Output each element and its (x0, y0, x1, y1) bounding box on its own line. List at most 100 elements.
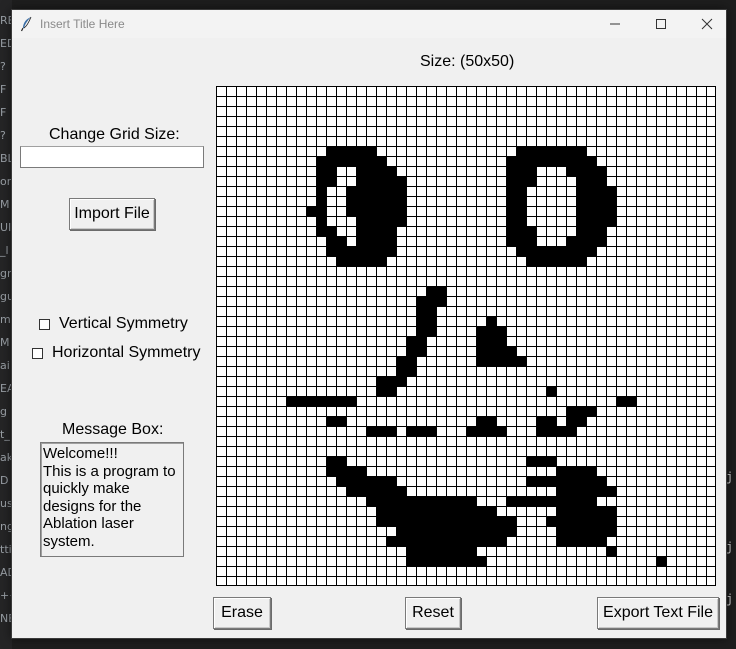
filled-pixel[interactable] (426, 496, 436, 506)
filled-pixel[interactable] (386, 496, 396, 506)
filled-pixel[interactable] (536, 256, 546, 266)
filled-pixel[interactable] (446, 536, 456, 546)
filled-pixel[interactable] (526, 476, 536, 486)
filled-pixel[interactable] (406, 526, 416, 536)
filled-pixel[interactable] (326, 416, 336, 426)
filled-pixel[interactable] (376, 386, 386, 396)
filled-pixel[interactable] (506, 156, 516, 166)
filled-pixel[interactable] (476, 526, 486, 536)
filled-pixel[interactable] (286, 396, 296, 406)
filled-pixel[interactable] (596, 206, 606, 216)
filled-pixel[interactable] (376, 156, 386, 166)
filled-pixel[interactable] (426, 296, 436, 306)
filled-pixel[interactable] (446, 526, 456, 536)
filled-pixel[interactable] (546, 156, 556, 166)
filled-pixel[interactable] (556, 516, 566, 526)
filled-pixel[interactable] (346, 486, 356, 496)
filled-pixel[interactable] (586, 246, 596, 256)
filled-pixel[interactable] (506, 226, 516, 236)
filled-pixel[interactable] (556, 526, 566, 536)
filled-pixel[interactable] (326, 246, 336, 256)
filled-pixel[interactable] (376, 426, 386, 436)
filled-pixel[interactable] (496, 426, 506, 436)
filled-pixel[interactable] (586, 466, 596, 476)
filled-pixel[interactable] (576, 176, 586, 186)
filled-pixel[interactable] (516, 156, 526, 166)
filled-pixel[interactable] (386, 236, 396, 246)
filled-pixel[interactable] (496, 516, 506, 526)
filled-pixel[interactable] (586, 186, 596, 196)
filled-pixel[interactable] (326, 156, 336, 166)
filled-pixel[interactable] (376, 186, 386, 196)
filled-pixel[interactable] (526, 146, 536, 156)
filled-pixel[interactable] (306, 206, 316, 216)
filled-pixel[interactable] (596, 516, 606, 526)
filled-pixel[interactable] (566, 406, 576, 416)
filled-pixel[interactable] (446, 516, 456, 526)
filled-pixel[interactable] (556, 256, 566, 266)
filled-pixel[interactable] (516, 206, 526, 216)
filled-pixel[interactable] (426, 306, 436, 316)
filled-pixel[interactable] (416, 336, 426, 346)
filled-pixel[interactable] (576, 146, 586, 156)
filled-pixel[interactable] (556, 506, 566, 516)
filled-pixel[interactable] (606, 216, 616, 226)
filled-pixel[interactable] (566, 506, 576, 516)
filled-pixel[interactable] (556, 536, 566, 546)
filled-pixel[interactable] (566, 536, 576, 546)
filled-pixel[interactable] (576, 466, 586, 476)
filled-pixel[interactable] (386, 166, 396, 176)
filled-pixel[interactable] (526, 456, 536, 466)
filled-pixel[interactable] (416, 546, 426, 556)
filled-pixel[interactable] (376, 226, 386, 236)
filled-pixel[interactable] (426, 526, 436, 536)
filled-pixel[interactable] (366, 246, 376, 256)
filled-pixel[interactable] (346, 186, 356, 196)
filled-pixel[interactable] (416, 426, 426, 436)
filled-pixel[interactable] (546, 416, 556, 426)
filled-pixel[interactable] (306, 396, 316, 406)
filled-pixel[interactable] (586, 506, 596, 516)
filled-pixel[interactable] (376, 216, 386, 226)
filled-pixel[interactable] (356, 206, 366, 216)
close-button[interactable] (684, 10, 730, 38)
filled-pixel[interactable] (586, 236, 596, 246)
filled-pixel[interactable] (586, 226, 596, 236)
filled-pixel[interactable] (376, 196, 386, 206)
filled-pixel[interactable] (426, 546, 436, 556)
filled-pixel[interactable] (406, 496, 416, 506)
filled-pixel[interactable] (506, 346, 516, 356)
filled-pixel[interactable] (436, 526, 446, 536)
filled-pixel[interactable] (576, 406, 586, 416)
filled-pixel[interactable] (606, 206, 616, 216)
filled-pixel[interactable] (526, 176, 536, 186)
filled-pixel[interactable] (466, 516, 476, 526)
filled-pixel[interactable] (356, 196, 366, 206)
filled-pixel[interactable] (426, 556, 436, 566)
vertical-symmetry-checkbox[interactable] (39, 318, 50, 330)
filled-pixel[interactable] (546, 146, 556, 156)
filled-pixel[interactable] (406, 356, 416, 366)
filled-pixel[interactable] (386, 206, 396, 216)
filled-pixel[interactable] (426, 506, 436, 516)
filled-pixel[interactable] (506, 166, 516, 176)
filled-pixel[interactable] (386, 246, 396, 256)
reset-button[interactable]: Reset (405, 597, 461, 629)
filled-pixel[interactable] (546, 386, 556, 396)
filled-pixel[interactable] (416, 346, 426, 356)
filled-pixel[interactable] (346, 246, 356, 256)
filled-pixel[interactable] (546, 476, 556, 486)
filled-pixel[interactable] (386, 386, 396, 396)
filled-pixel[interactable] (336, 236, 346, 246)
filled-pixel[interactable] (396, 196, 406, 206)
filled-pixel[interactable] (326, 146, 336, 156)
filled-pixel[interactable] (556, 146, 566, 156)
filled-pixel[interactable] (296, 396, 306, 406)
filled-pixel[interactable] (476, 426, 486, 436)
filled-pixel[interactable] (406, 346, 416, 356)
filled-pixel[interactable] (596, 176, 606, 186)
filled-pixel[interactable] (626, 396, 636, 406)
filled-pixel[interactable] (566, 486, 576, 496)
filled-pixel[interactable] (566, 476, 576, 486)
filled-pixel[interactable] (466, 556, 476, 566)
